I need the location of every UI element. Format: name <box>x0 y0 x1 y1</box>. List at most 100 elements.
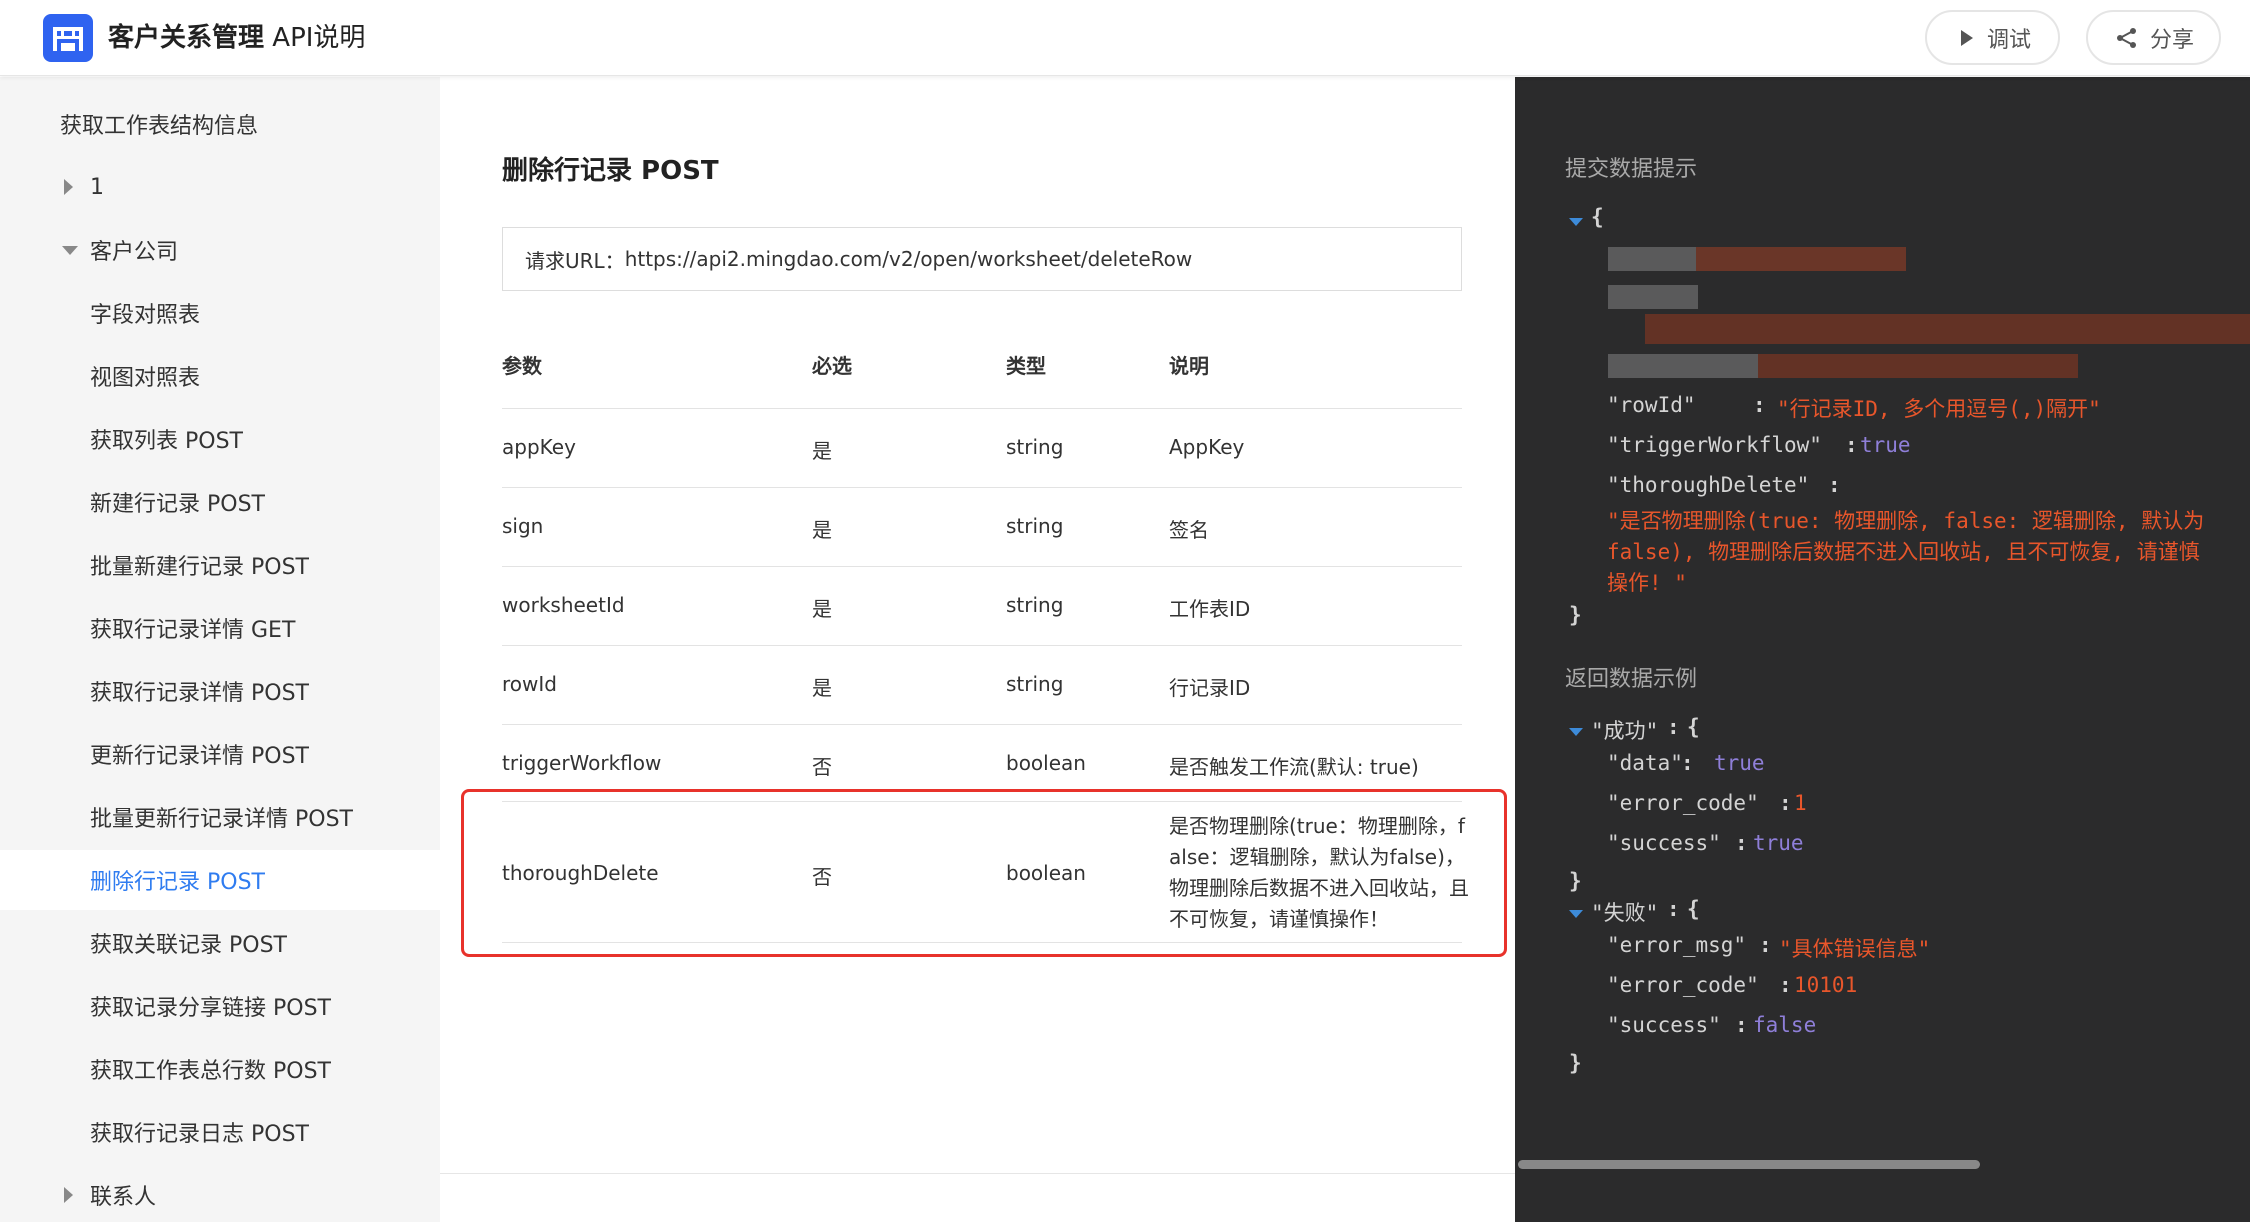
column-header-required: 必选 <box>812 354 852 378</box>
sidebar-group-contacts[interactable]: 联系人 <box>0 1165 440 1225</box>
param-required: 否 <box>812 755 832 779</box>
sidebar-item-update-row[interactable]: 更新行记录详情 POST <box>0 724 440 784</box>
collapse-icon[interactable] <box>1569 910 1583 918</box>
redacted-block <box>1645 314 2250 344</box>
json-colon: : <box>1735 831 1748 855</box>
json-key: "error_code" <box>1607 973 1759 997</box>
json-boolean: true <box>1714 751 1765 775</box>
param-desc: 是否触发工作流(默认: true) <box>1169 755 1419 779</box>
json-string: "是否物理删除(true: 物理删除, false: 逻辑删除, 默认为 <box>1607 509 2205 533</box>
app-title-main: 客户关系管理 <box>108 23 265 53</box>
json-brace: } <box>1569 869 1582 893</box>
collapse-icon[interactable] <box>1569 218 1583 226</box>
sidebar-item-label: 获取记录分享链接 POST <box>90 996 331 1021</box>
json-key: "triggerWorkflow" <box>1607 433 1822 457</box>
top-bar: 客户关系管理 API说明 调试 分享 <box>0 0 2250 76</box>
param-type: string <box>1006 514 1064 538</box>
share-button[interactable]: 分享 <box>2086 10 2221 65</box>
redacted-block <box>1696 247 1906 271</box>
sidebar-item-view-map[interactable]: 视图对照表 <box>0 346 440 406</box>
json-brace: } <box>1569 1051 1582 1075</box>
json-brace: { <box>1591 205 1604 229</box>
url-label: 请求URL： <box>525 248 625 273</box>
json-key: "error_msg" <box>1607 933 1747 957</box>
json-number: 1 <box>1794 791 1807 815</box>
json-key: "success" <box>1607 1013 1721 1037</box>
json-brace: { <box>1687 897 1700 921</box>
json-colon: : <box>1681 751 1694 775</box>
json-colon: : <box>1735 1013 1748 1037</box>
param-name: rowId <box>502 672 557 696</box>
param-type: string <box>1006 593 1064 617</box>
sidebar-item-label: 1 <box>90 174 104 200</box>
param-name: worksheetId <box>502 593 625 617</box>
json-string: false), 物理删除后数据不进入回收站, 且不可恢复, 请谨慎 <box>1607 540 2200 564</box>
page-title: 删除行记录 POST <box>502 156 719 186</box>
sidebar-item-field-map[interactable]: 字段对照表 <box>0 283 440 343</box>
json-colon: : <box>1759 933 1772 957</box>
app-title-sub: API说明 <box>264 23 366 53</box>
sidebar-item-label: 获取行记录日志 POST <box>90 1122 309 1147</box>
sidebar-item-get-list[interactable]: 获取列表 POST <box>0 409 440 469</box>
json-boolean: true <box>1753 831 1804 855</box>
app-title: 客户关系管理 API说明 <box>108 20 365 56</box>
sidebar-item-row-count[interactable]: 获取工作表总行数 POST <box>0 1039 440 1099</box>
param-required: 是 <box>812 518 832 542</box>
param-type: string <box>1006 672 1064 696</box>
sidebar-group-1[interactable]: 1 <box>0 157 440 217</box>
debug-button[interactable]: 调试 <box>1925 10 2060 65</box>
param-type: boolean <box>1006 751 1086 775</box>
sidebar-item-label: 新建行记录 POST <box>90 492 265 517</box>
json-colon: : <box>1779 973 1792 997</box>
json-string: "行记录ID, 多个用逗号(,)隔开" <box>1777 397 2101 421</box>
sidebar-item-worksheet-structure[interactable]: 获取工作表结构信息 <box>0 94 440 154</box>
request-url-box[interactable]: 请求URL： https://api2.mingdao.com/v2/open/… <box>502 227 1462 291</box>
param-desc: 行记录ID <box>1169 676 1251 700</box>
sidebar-item-share-link[interactable]: 获取记录分享链接 POST <box>0 976 440 1036</box>
highlight-box <box>461 789 1507 957</box>
json-key: "thoroughDelete" <box>1607 473 1810 497</box>
param-name: appKey <box>502 435 576 459</box>
sidebar-item-batch-update-rows[interactable]: 批量更新行记录详情 POST <box>0 787 440 847</box>
share-button-label: 分享 <box>2150 27 2195 53</box>
sidebar-item-get-row-get[interactable]: 获取行记录详情 GET <box>0 598 440 658</box>
sidebar-nav: 获取工作表结构信息 1 客户公司 字段对照表 视图对照表 获取列表 POST 新… <box>0 77 440 1222</box>
divider <box>502 645 1462 646</box>
param-desc: 工作表ID <box>1169 597 1251 621</box>
column-header-desc: 说明 <box>1169 354 1209 378</box>
sidebar-group-customer-company[interactable]: 客户公司 <box>0 220 440 280</box>
json-colon: : <box>1667 897 1680 921</box>
param-required: 是 <box>812 439 832 463</box>
sidebar-item-batch-add-rows[interactable]: 批量新建行记录 POST <box>0 535 440 595</box>
app-logo-icon <box>43 14 93 62</box>
horizontal-scrollbar[interactable] <box>1518 1160 1980 1169</box>
param-name: sign <box>502 514 544 538</box>
sidebar-item-delete-row[interactable]: 删除行记录 POST <box>0 850 440 910</box>
param-name: triggerWorkflow <box>502 751 662 775</box>
divider <box>502 724 1462 725</box>
column-header-type: 类型 <box>1006 354 1046 378</box>
sidebar-item-add-row[interactable]: 新建行记录 POST <box>0 472 440 532</box>
submit-data-label: 提交数据提示 <box>1565 157 1698 182</box>
json-key: "data" <box>1607 751 1683 775</box>
sidebar-item-label: 获取行记录详情 GET <box>90 618 296 643</box>
code-panel: 提交数据提示 { "rowId" : "行记录ID, 多个用逗号(,)隔开" "… <box>1515 77 2250 1222</box>
sidebar-item-get-relations[interactable]: 获取关联记录 POST <box>0 913 440 973</box>
request-url: https://api2.mingdao.com/v2/open/workshe… <box>624 247 1193 271</box>
json-boolean: false <box>1753 1013 1817 1037</box>
json-key: "成功" <box>1591 719 1659 743</box>
param-required: 是 <box>812 676 832 700</box>
sidebar-item-label: 联系人 <box>90 1185 157 1210</box>
sidebar-item-label: 删除行记录 POST <box>90 870 265 895</box>
json-brace: { <box>1687 715 1700 739</box>
caret-down-icon <box>62 246 78 255</box>
sidebar-item-label: 获取关联记录 POST <box>90 933 287 958</box>
sidebar-item-label: 获取工作表结构信息 <box>60 114 259 139</box>
collapse-icon[interactable] <box>1569 728 1583 736</box>
sidebar-item-label: 批量新建行记录 POST <box>90 555 309 580</box>
divider <box>502 408 1462 409</box>
json-key: "error_code" <box>1607 791 1759 815</box>
sidebar-item-label: 获取列表 POST <box>90 429 243 454</box>
sidebar-item-row-log[interactable]: 获取行记录日志 POST <box>0 1102 440 1162</box>
sidebar-item-get-row-post[interactable]: 获取行记录详情 POST <box>0 661 440 721</box>
